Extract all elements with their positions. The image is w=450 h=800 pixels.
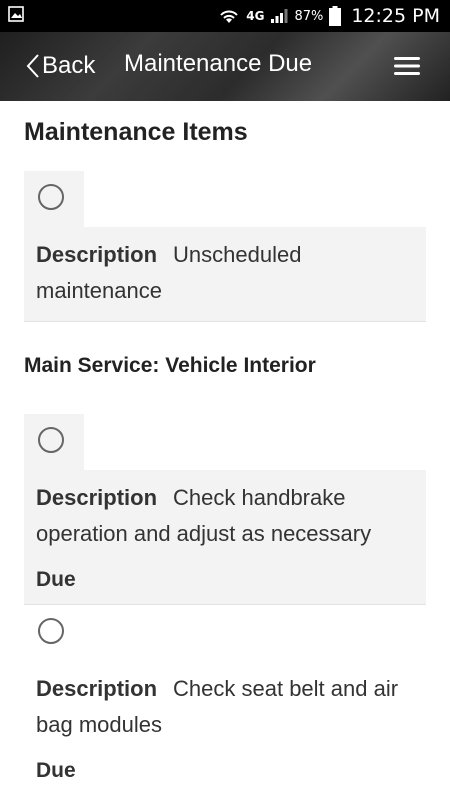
gallery-icon [8,6,24,22]
maintenance-item: Description Check handbrake operation and… [24,414,426,605]
select-radio[interactable] [38,618,64,644]
signal-icon [271,9,288,23]
status-icons: 4G 87% 12:25 PM [218,4,440,28]
maintenance-item: Description Unscheduled maintenance [24,171,426,322]
maintenance-list: Maintenance Items Description Unscheduled… [24,101,426,795]
battery-percentage: 87% [294,8,324,24]
network-type: 4G [246,9,265,23]
status-bar: 4G 87% 12:25 PM [0,0,450,32]
select-radio[interactable] [38,427,64,453]
radio-cell [24,171,84,227]
description-label: Description [36,676,158,701]
due-label: Due [36,759,76,782]
back-label: Back [42,52,96,79]
wifi-icon [220,10,238,23]
description-label: Description [36,485,158,510]
page-title: Maintenance Due [124,50,313,77]
item-body: Description Check seat belt and air bag m… [24,661,426,795]
battery-icon [329,6,342,26]
radio-cell [24,605,84,661]
clock: 12:25 PM [351,5,440,27]
item-body: Description Check handbrake operation and… [24,470,426,605]
select-radio[interactable] [38,184,64,210]
app-header: Back Maintenance Due [0,32,450,101]
radio-cell [24,414,84,470]
group-title: Main Service: Vehicle Interior [24,354,316,377]
chevron-left-icon [26,54,39,78]
item-description: Description Check seat belt and air bag m… [36,671,414,743]
item-description: Description Check handbrake operation and… [36,480,414,552]
hamburger-menu-icon[interactable] [394,56,420,76]
description-label: Description [36,242,158,267]
maintenance-item: Description Check seat belt and air bag m… [24,605,426,795]
back-button[interactable]: Back [26,52,95,80]
item-description: Description Unscheduled maintenance [36,237,414,309]
section-title: Maintenance Items [24,118,248,146]
item-body: Description Unscheduled maintenance [24,227,426,322]
due-label: Due [36,568,76,591]
